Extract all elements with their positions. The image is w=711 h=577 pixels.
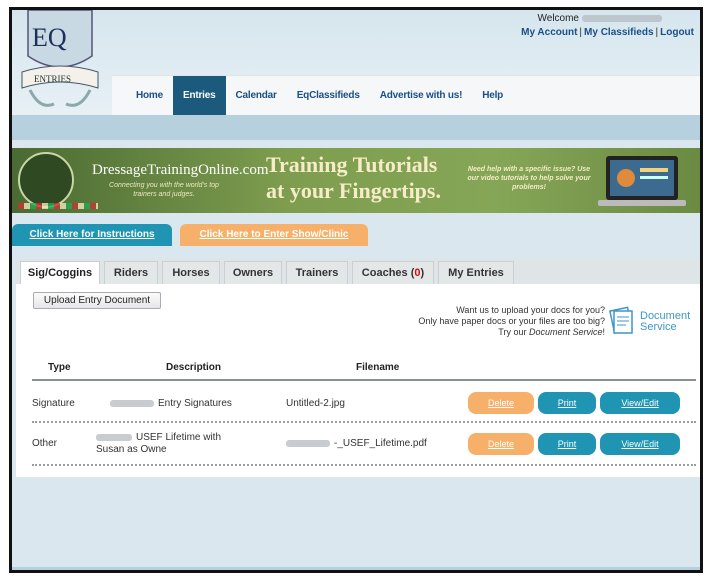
laptop-icon [598, 156, 686, 206]
welcome-label: Welcome [537, 13, 580, 24]
document-service-text: Want us to upload your docs for you? Onl… [418, 305, 605, 338]
col-header-description: Description [166, 362, 222, 373]
my-classifieds-link[interactable]: My Classifieds [584, 27, 653, 38]
table-row: Other USEF Lifetime with Susan as Owne -… [32, 426, 696, 460]
tab-riders[interactable]: Riders [104, 261, 158, 284]
col-header-type: Type [48, 362, 71, 373]
banner-title-line1: Training Tutorials [266, 152, 438, 177]
tab-trainers[interactable]: Trainers [286, 261, 348, 284]
row-description: USEF Lifetime with Susan as Owne [96, 432, 222, 455]
header-divider [32, 379, 696, 381]
account-links: My Account | My Classifieds | Logout [521, 27, 694, 38]
nav-help[interactable]: Help [472, 76, 513, 116]
doc-service-line1: Want us to upload your docs for you? [456, 305, 605, 315]
nav-calendar[interactable]: Calendar [226, 76, 287, 116]
my-account-link[interactable]: My Account [521, 27, 577, 38]
col-header-filename: Filename [356, 362, 400, 373]
logo-ribbon-text: ENTRIES [34, 74, 71, 84]
nav-advertise[interactable]: Advertise with us! [370, 76, 473, 116]
redacted-filename-prefix [286, 439, 330, 447]
nav-entries[interactable]: Entries [172, 75, 226, 116]
row-type: Other [32, 438, 58, 449]
delete-button[interactable]: Delete [468, 392, 534, 414]
tab-horses[interactable]: Horses [162, 261, 220, 284]
banner-brand: DressageTrainingOnline.com [92, 162, 269, 178]
redacted-name [96, 433, 132, 441]
redacted-username [582, 14, 662, 22]
print-button[interactable]: Print [538, 433, 596, 455]
view-edit-button[interactable]: View/Edit [600, 392, 680, 414]
tab-coaches[interactable]: Coaches (0) [352, 261, 434, 284]
welcome-text: Welcome [537, 13, 662, 24]
dressage-training-ad-banner[interactable]: DressageTrainingOnline.com Connecting yo… [12, 148, 700, 213]
tab-sig-coggins[interactable]: Sig/Coggins [20, 261, 100, 284]
document-service-logo-text[interactable]: Document Service [640, 311, 690, 333]
table-row: Signature Entry Signatures Untitled-2.jp… [32, 388, 696, 420]
coaches-count-badge: 0 [414, 267, 421, 279]
document-service-icon[interactable] [606, 306, 636, 336]
header: EQ ENTRIES Welcome My Account | My Classif… [12, 7, 700, 118]
banner-help-text: Need help with a specific issue? Use our… [467, 166, 591, 191]
redacted-name [110, 399, 154, 407]
sub-header-bar [12, 115, 700, 140]
instructions-button[interactable]: Click Here for Instructions [12, 224, 172, 246]
doc-service-line2: Only have paper docs or your files are t… [418, 316, 605, 326]
row-divider [32, 421, 696, 423]
print-button[interactable]: Print [538, 392, 596, 414]
row-filename: Untitled-2.jpg [286, 398, 345, 409]
banner-title-line2: at your Fingertips. [266, 178, 441, 203]
logo-letter-e: EQ [32, 23, 67, 52]
flags-strip [18, 203, 98, 209]
tab-my-entries[interactable]: My Entries [438, 261, 514, 284]
row-type: Signature [32, 398, 75, 409]
logout-link[interactable]: Logout [660, 27, 694, 38]
row-filename: -_USEF_Lifetime.pdf [286, 438, 427, 450]
enter-show-clinic-button[interactable]: Click Here to Enter Show/Clinic [180, 224, 368, 246]
upload-entry-document-button[interactable]: Upload Entry Document [33, 292, 161, 309]
main-nav: Home Entries Calendar EqClassifieds Adve… [112, 75, 700, 116]
doc-service-line3: Try our Document Service! [498, 327, 605, 337]
horse-rider-seal-icon [18, 152, 74, 208]
document-service-link[interactable]: Document Service [529, 327, 603, 337]
app-frame: EQ ENTRIES Welcome My Account | My Classif… [9, 7, 703, 573]
footer-bar [12, 567, 700, 570]
delete-button[interactable]: Delete [468, 433, 534, 455]
view-edit-button[interactable]: View/Edit [600, 433, 680, 455]
banner-tagline: Connecting you with the world's top trai… [109, 182, 219, 198]
nav-home[interactable]: Home [126, 76, 173, 116]
tab-coaches-label: Coaches [361, 267, 408, 279]
tab-owners[interactable]: Owners [224, 261, 282, 284]
nav-eqclassifieds[interactable]: EqClassifieds [287, 76, 370, 116]
tab-bar: Sig/Coggins Riders Horses Owners Trainer… [16, 259, 700, 284]
eq-entries-logo[interactable]: EQ ENTRIES [20, 7, 100, 118]
row-divider [32, 464, 696, 466]
sig-coggins-panel: Upload Entry Document Want us to upload … [16, 284, 700, 477]
row-description: Entry Signatures [110, 398, 232, 410]
